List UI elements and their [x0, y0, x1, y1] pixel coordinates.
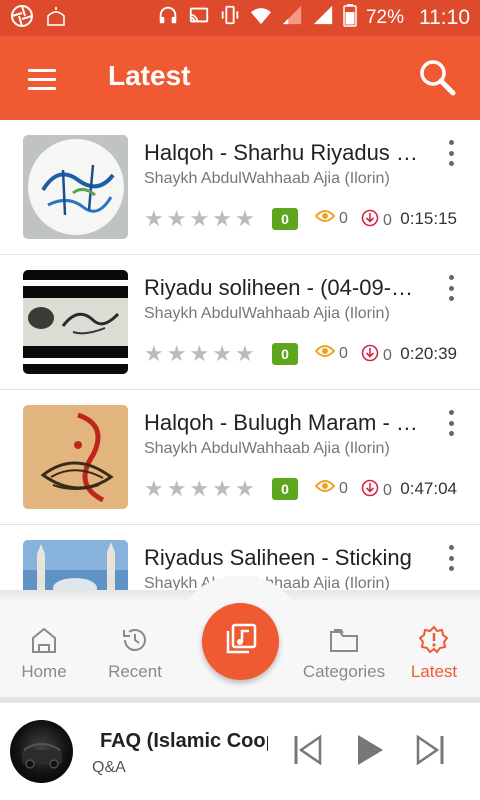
downloads-count: 0	[383, 481, 392, 499]
star-icon[interactable]: ★	[144, 478, 164, 500]
eye-icon	[314, 209, 336, 228]
star-icon[interactable]: ★	[212, 343, 232, 365]
list-item[interactable]: Riyadu soliheen - (04-09-2016) Shaykh Ab…	[0, 255, 480, 390]
star-icon[interactable]: ★	[144, 208, 164, 230]
nav-home[interactable]: Home	[0, 624, 92, 682]
previous-button[interactable]	[292, 733, 324, 772]
track-author: Shaykh AbdulWahhaab Ajia (Ilorin)	[144, 305, 390, 322]
app-bar: Latest	[0, 36, 480, 120]
folder-icon	[296, 624, 392, 656]
new-releases-icon	[386, 624, 480, 656]
download-icon	[361, 209, 379, 232]
star-icon[interactable]: ★	[212, 208, 232, 230]
downloads-count: 0	[383, 211, 392, 229]
rating-stars[interactable]: ★ ★ ★ ★ ★	[144, 343, 255, 365]
download-icon	[361, 344, 379, 367]
track-title: Halqoh - Bulugh Maram - Kitab	[144, 410, 424, 435]
music-library-icon	[224, 622, 258, 661]
track-title: Halqoh - Sharhu Riyadus Saliheen	[144, 140, 424, 165]
history-icon	[87, 624, 183, 656]
downloads-stat: 0	[361, 209, 392, 232]
signal-weak-icon	[281, 4, 303, 32]
menu-icon[interactable]	[28, 69, 56, 91]
rating-stars[interactable]: ★ ★ ★ ★ ★	[144, 208, 255, 230]
nav-categories-label: Categories	[302, 662, 386, 681]
views-count: 0	[339, 479, 348, 497]
views-count: 0	[339, 344, 348, 362]
views-count: 0	[339, 209, 348, 227]
next-button[interactable]	[414, 733, 446, 772]
more-vert-icon[interactable]	[446, 275, 456, 301]
nav-home-label: Home	[21, 662, 67, 681]
track-author: Shaykh AbdulWahhaab Ajia (Ilorin)	[144, 170, 390, 187]
nav-recent-label: Recent	[108, 662, 162, 681]
player-title: FAQ (Islamic Cooperative)	[100, 730, 268, 752]
rating-stars[interactable]: ★ ★ ★ ★ ★	[144, 478, 255, 500]
vibrate-icon	[219, 4, 241, 32]
cast-icon	[188, 4, 210, 32]
nav-recent[interactable]: Recent	[87, 624, 183, 682]
star-icon[interactable]: ★	[189, 343, 209, 365]
count-badge: 0	[272, 343, 298, 365]
count-badge: 0	[272, 208, 298, 230]
star-icon[interactable]: ★	[167, 343, 187, 365]
downloads-stat: 0	[361, 479, 392, 502]
star-icon[interactable]: ★	[167, 208, 187, 230]
count-badge: 0	[272, 478, 298, 500]
star-icon[interactable]: ★	[144, 343, 164, 365]
wifi-icon	[250, 4, 272, 32]
track-title: Riyadus Saliheen - Sticking	[144, 545, 412, 570]
track-duration: 0:20:39	[400, 344, 457, 363]
mosque-icon	[44, 4, 68, 33]
more-vert-icon[interactable]	[446, 140, 456, 166]
track-thumbnail	[23, 405, 128, 509]
star-icon[interactable]: ★	[212, 478, 232, 500]
nav-latest[interactable]: Latest	[386, 624, 480, 682]
track-author: Shaykh AbdulWahhaab Ajia (Ilorin)	[144, 440, 390, 457]
star-icon[interactable]: ★	[235, 343, 255, 365]
battery-percent: 72%	[365, 7, 404, 28]
page-title: Latest	[108, 60, 191, 91]
aperture-icon	[10, 4, 34, 33]
nav-latest-label: Latest	[410, 662, 458, 681]
views-stat: 0	[314, 209, 348, 228]
now-playing-bar[interactable]: FAQ (Islamic Cooperative) Q&A	[0, 703, 480, 800]
views-stat: 0	[314, 479, 348, 498]
player-subtitle: Q&A	[92, 759, 126, 776]
track-duration: 0:47:04	[400, 479, 457, 498]
star-icon[interactable]: ★	[167, 478, 187, 500]
track-thumbnail	[23, 135, 128, 239]
download-icon	[361, 479, 379, 502]
views-stat: 0	[314, 344, 348, 363]
nav-categories[interactable]: Categories	[296, 624, 392, 682]
list-item[interactable]: Halqoh - Sharhu Riyadus Saliheen Shaykh …	[0, 120, 480, 255]
music-library-button[interactable]	[202, 603, 279, 680]
signal-strong-icon	[312, 4, 334, 32]
track-thumbnail	[23, 540, 128, 590]
battery-icon	[343, 3, 357, 33]
home-icon	[0, 624, 92, 656]
track-title: Riyadu soliheen - (04-09-2016)	[144, 275, 424, 300]
play-button[interactable]	[355, 733, 385, 772]
downloads-stat: 0	[361, 344, 392, 367]
star-icon[interactable]: ★	[189, 478, 209, 500]
status-bar: 72% 11:10	[0, 0, 480, 36]
clock: 11:10	[419, 6, 470, 29]
search-icon[interactable]	[418, 58, 456, 96]
star-icon[interactable]: ★	[235, 478, 255, 500]
eye-icon	[314, 344, 336, 363]
eye-icon	[314, 479, 336, 498]
more-vert-icon[interactable]	[446, 545, 456, 571]
track-thumbnail	[23, 270, 128, 374]
star-icon[interactable]: ★	[235, 208, 255, 230]
track-list: Halqoh - Sharhu Riyadus Saliheen Shaykh …	[0, 120, 480, 590]
downloads-count: 0	[383, 346, 392, 364]
list-item[interactable]: Halqoh - Bulugh Maram - Kitab Shaykh Abd…	[0, 390, 480, 525]
more-vert-icon[interactable]	[446, 410, 456, 436]
player-album-art	[10, 720, 73, 783]
star-icon[interactable]: ★	[189, 208, 209, 230]
headphones-icon	[157, 4, 179, 32]
track-duration: 0:15:15	[400, 209, 457, 228]
